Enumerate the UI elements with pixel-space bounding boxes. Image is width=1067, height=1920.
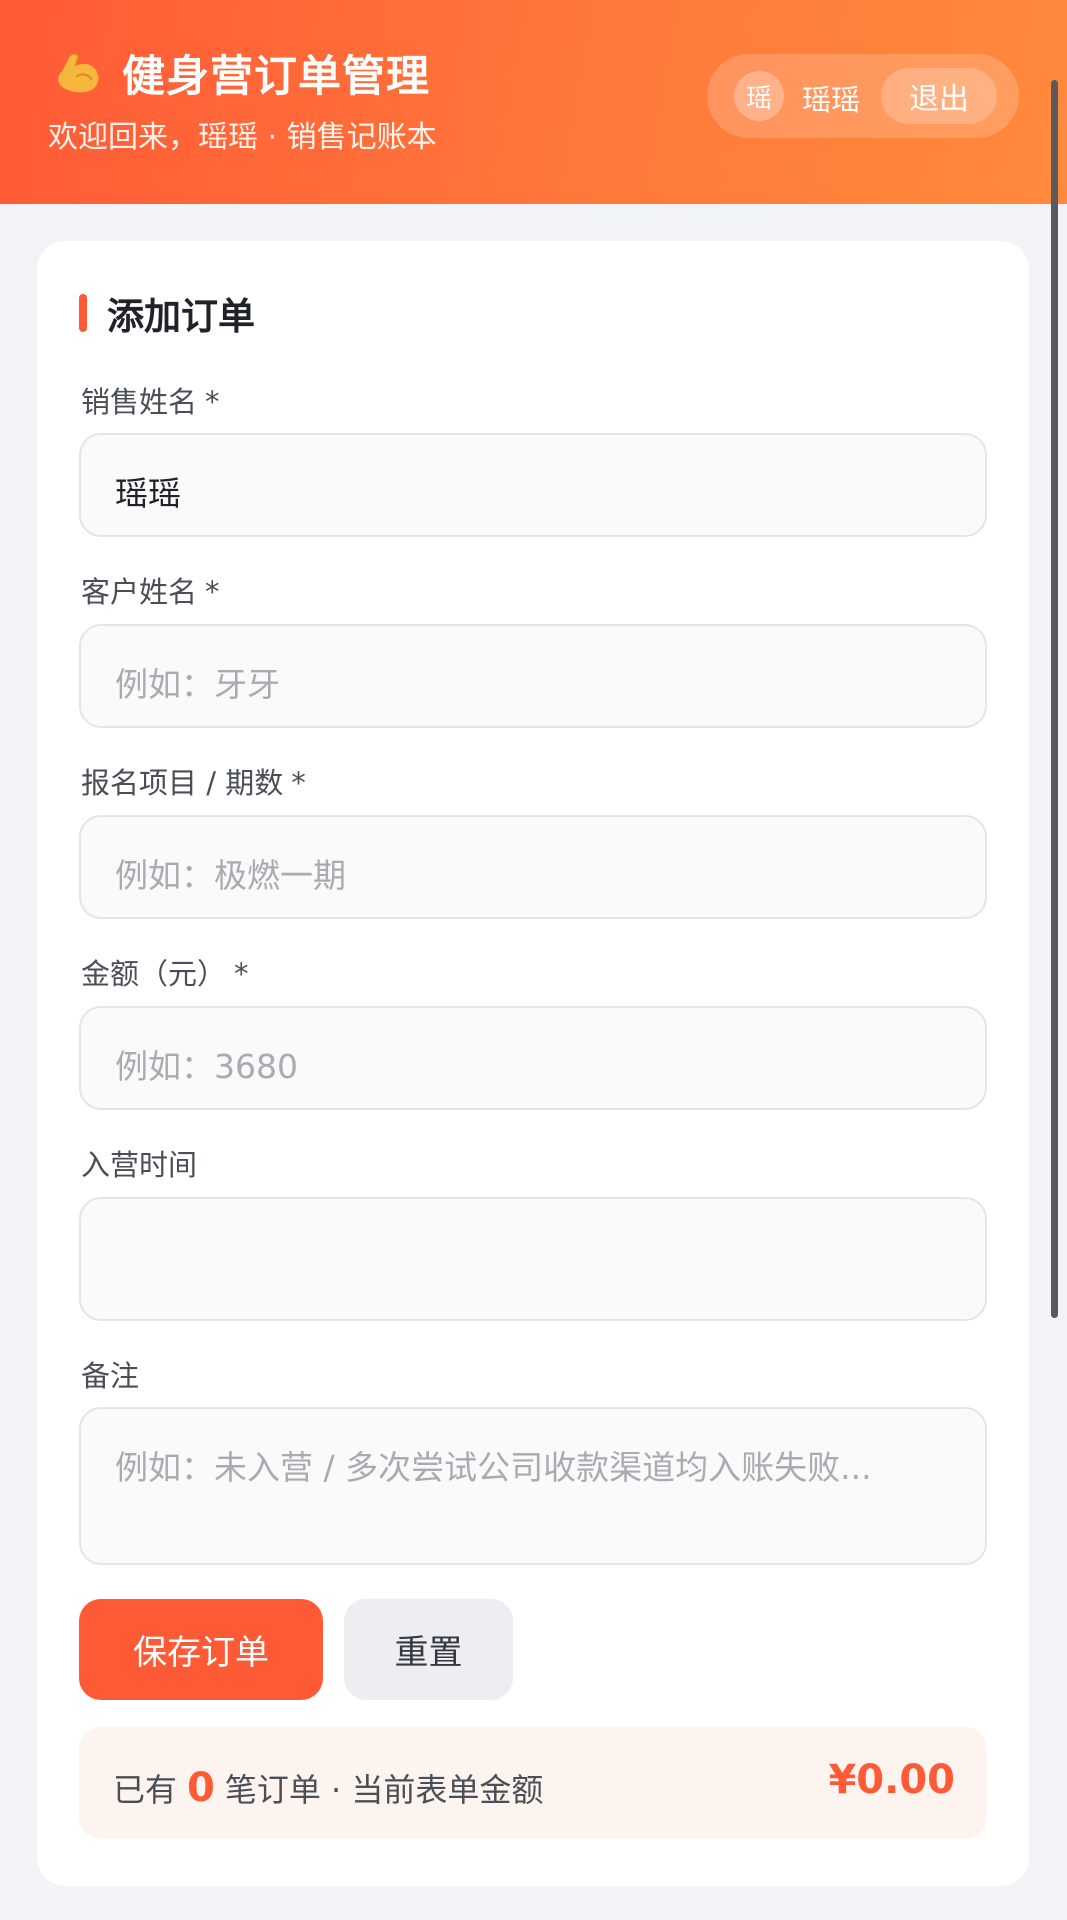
- scrollbar[interactable]: [1051, 80, 1058, 1318]
- reset-button[interactable]: 重置: [344, 1599, 513, 1700]
- order-count: 0: [187, 1765, 215, 1811]
- notes-textarea[interactable]: 例如：未入营 / 多次尝试公司收款渠道均入账失败...: [79, 1407, 987, 1565]
- user-pill: 瑶 瑶瑶 退出: [707, 54, 1019, 138]
- program-label-text: 报名项目 / 期数: [81, 766, 284, 800]
- start-date-input[interactable]: [79, 1197, 987, 1321]
- sales-name-value: 瑶瑶: [115, 474, 181, 513]
- sales-name-label: 销售姓名 *: [81, 379, 220, 421]
- required-mark: *: [205, 575, 220, 609]
- section-title: 添加订单: [79, 286, 255, 340]
- amount-label-text: 金额（元）: [81, 957, 227, 991]
- amount-input[interactable]: 例如：3680: [79, 1006, 987, 1110]
- section-title-text: 添加订单: [107, 295, 255, 338]
- order-summary: 已有 0 笔订单 · 当前表单金额 ¥0.00: [79, 1727, 987, 1839]
- program-placeholder: 例如：极燃一期: [115, 856, 346, 895]
- sales-name-label-text: 销售姓名: [81, 385, 198, 419]
- flexed-biceps-icon: [58, 53, 99, 93]
- required-mark: *: [291, 766, 306, 800]
- title-accent-bar: [79, 294, 87, 332]
- required-mark: *: [234, 957, 249, 991]
- notes-label: 备注: [81, 1359, 140, 1393]
- add-order-card: 添加订单 销售姓名 * 瑶瑶 客户姓名 * 例如：牙牙 报名项目 / 期数 * 例如：…: [37, 241, 1029, 1886]
- customer-name-label: 客户姓名 *: [81, 569, 220, 611]
- program-input[interactable]: 例如：极燃一期: [79, 815, 987, 919]
- summary-suffix: 笔订单 · 当前表单金额: [224, 1771, 544, 1809]
- summary-prefix: 已有: [113, 1771, 178, 1809]
- save-order-button[interactable]: 保存订单: [79, 1599, 323, 1700]
- app-title-text: 健身营订单管理: [122, 52, 430, 102]
- sales-name-input[interactable]: 瑶瑶: [79, 433, 987, 537]
- amount-label: 金额（元） *: [81, 951, 249, 993]
- amount-placeholder: 例如：3680: [115, 1047, 298, 1086]
- summary-text: 已有 0 笔订单 · 当前表单金额: [113, 1765, 543, 1811]
- welcome-subtitle: 欢迎回来，瑶瑶 · 销售记账本: [48, 120, 437, 155]
- customer-name-label-text: 客户姓名: [81, 575, 198, 609]
- program-label: 报名项目 / 期数 *: [81, 760, 306, 802]
- notes-placeholder: 例如：未入营 / 多次尝试公司收款渠道均入账失败...: [115, 1448, 872, 1487]
- logout-button[interactable]: 退出: [881, 68, 997, 124]
- required-mark: *: [205, 385, 220, 419]
- form-amount-total: ¥0.00: [828, 1757, 955, 1803]
- start-date-label: 入营时间: [81, 1148, 198, 1182]
- user-name: 瑶瑶: [802, 83, 861, 117]
- customer-name-input[interactable]: 例如：牙牙: [79, 624, 987, 728]
- avatar: 瑶: [734, 71, 784, 121]
- customer-name-placeholder: 例如：牙牙: [115, 665, 280, 704]
- app-header: 健身营订单管理 欢迎回来，瑶瑶 · 销售记账本 瑶 瑶瑶 退出: [0, 0, 1067, 204]
- app-title: 健身营订单管理: [50, 42, 430, 104]
